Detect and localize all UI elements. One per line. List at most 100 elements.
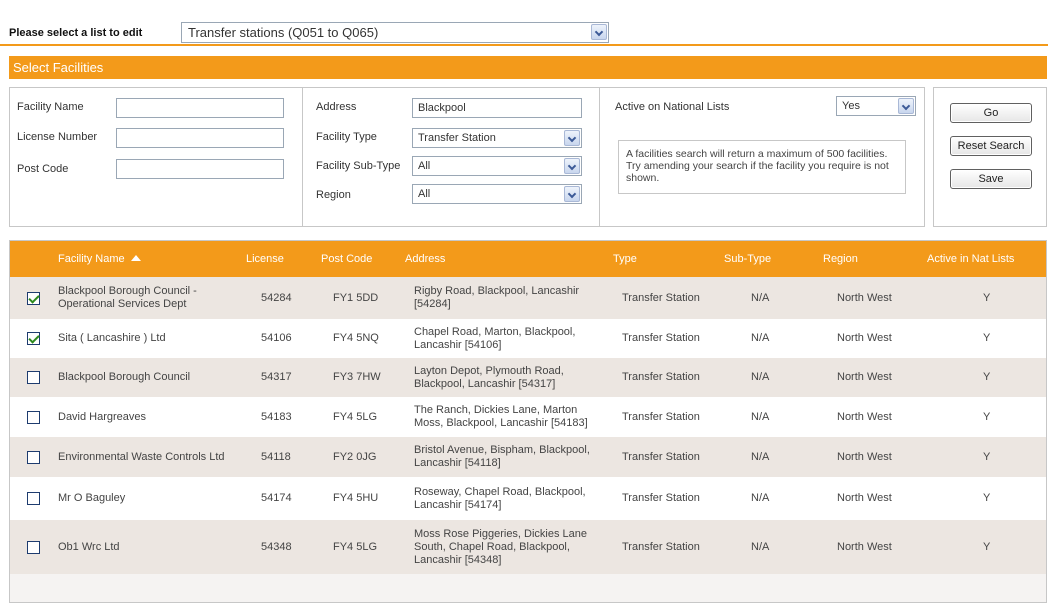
column-header-region[interactable]: Region: [823, 253, 858, 265]
cell-license: 54174: [261, 492, 292, 504]
column-header-license[interactable]: License: [246, 253, 284, 265]
chevron-down-icon[interactable]: [564, 130, 580, 146]
row-checkbox[interactable]: [27, 492, 40, 505]
panel-divider: [599, 88, 600, 226]
row-checkbox[interactable]: [27, 451, 40, 464]
cell-postcode: FY4 5HU: [333, 492, 379, 504]
column-header-type[interactable]: Type: [613, 253, 637, 265]
actions-panel: Go Reset Search Save: [933, 87, 1047, 227]
cell-region: North West: [837, 451, 892, 463]
table-row[interactable]: Sita ( Lancashire ) Ltd 54106 FY4 5NQ Chape…: [10, 319, 1046, 358]
chevron-down-icon[interactable]: [564, 186, 580, 202]
postcode-input[interactable]: [116, 159, 284, 179]
panel-divider: [302, 88, 303, 226]
chevron-down-icon[interactable]: [898, 98, 914, 114]
row-checkbox[interactable]: [27, 332, 40, 345]
facility-type-select[interactable]: Transfer Station: [412, 128, 582, 148]
active-value: Yes: [842, 100, 860, 112]
column-header-address[interactable]: Address: [405, 253, 445, 265]
facility-type-value: Transfer Station: [418, 132, 496, 144]
cell-region: North West: [837, 292, 892, 304]
reset-search-button[interactable]: Reset Search: [950, 136, 1032, 156]
cell-name: Blackpool Borough Council: [58, 371, 191, 383]
facility-subtype-label: Facility Sub-Type: [316, 160, 401, 172]
cell-type: Transfer Station: [622, 492, 700, 504]
table-row[interactable]: David Hargreaves 54183 FY4 5LG The Ranch, D…: [10, 397, 1046, 437]
cell-address: Layton Depot, Plymouth Road, Blackpool, …: [414, 365, 564, 390]
cell-type: Transfer Station: [622, 292, 700, 304]
table-row[interactable]: Environmental Waste Controls Ltd 54118 FY2…: [10, 437, 1046, 477]
row-checkbox[interactable]: [27, 371, 40, 384]
cell-address: Rigby Road, Blackpool, Lancashir [54284]: [414, 285, 580, 310]
cell-address: Chapel Road, Marton, Blackpool, Lancashi…: [414, 326, 576, 351]
table-row[interactable]: Blackpool Borough Council - Operational …: [10, 277, 1046, 319]
facility-name-label: Facility Name: [17, 101, 84, 113]
cell-address: Bristol Avenue, Bispham, Blackpool, Lanc…: [414, 444, 590, 469]
column-header-active[interactable]: Active in Nat Lists: [927, 253, 1014, 265]
chevron-down-icon[interactable]: [564, 158, 580, 174]
region-value: All: [418, 188, 431, 200]
active-label: Active on National Lists: [615, 101, 730, 113]
cell-license: 54317: [261, 371, 292, 383]
chevron-down-icon[interactable]: [591, 24, 607, 40]
cell-address: Roseway, Chapel Road, Blackpool, Lancash…: [414, 486, 586, 511]
cell-name: Sita ( Lancashire ) Ltd: [58, 332, 166, 344]
table-row[interactable]: Ob1 Wrc Ltd 54348 FY4 5LG Moss Rose Piggeri…: [10, 520, 1046, 574]
cell-subtype: N/A: [751, 451, 770, 463]
cell-name: Blackpool Borough Council - Operational …: [58, 285, 197, 310]
active-select[interactable]: Yes: [836, 96, 916, 116]
table-row[interactable]: Mr O Baguley 54174 FY4 5HU Roseway, Chapel …: [10, 477, 1046, 520]
results-table: Facility Name License Post Code Address …: [9, 240, 1047, 603]
facility-subtype-select[interactable]: All: [412, 156, 582, 176]
row-checkbox[interactable]: [27, 411, 40, 424]
cell-postcode: FY3 7HW: [333, 371, 381, 383]
cell-license: 54106: [261, 332, 292, 344]
list-selector-label: Please select a list to edit: [9, 27, 143, 39]
cell-subtype: N/A: [751, 371, 770, 383]
cell-region: North West: [837, 371, 892, 383]
go-button[interactable]: Go: [950, 103, 1032, 123]
cell-name: David Hargreaves: [58, 411, 147, 423]
facility-name-input[interactable]: [116, 98, 284, 118]
region-select[interactable]: All: [412, 184, 582, 204]
cell-type: Transfer Station: [622, 541, 700, 553]
cell-type: Transfer Station: [622, 411, 700, 423]
table-row[interactable]: Blackpool Borough Council 54317 FY3 7HW Lay…: [10, 358, 1046, 397]
row-checkbox[interactable]: [27, 541, 40, 554]
cell-postcode: FY4 5LG: [333, 411, 378, 423]
cell-postcode: FY4 5NQ: [333, 332, 379, 344]
cell-name: Environmental Waste Controls Ltd: [58, 451, 225, 463]
address-input[interactable]: Blackpool: [412, 98, 582, 118]
cell-active: Y: [983, 451, 991, 463]
cell-active: Y: [983, 332, 991, 344]
cell-subtype: N/A: [751, 411, 770, 423]
column-header-name-label: Facility Name: [58, 253, 125, 265]
postcode-label: Post Code: [17, 163, 69, 175]
address-value: Blackpool: [418, 102, 466, 114]
column-header-postcode[interactable]: Post Code: [321, 253, 372, 265]
save-button[interactable]: Save: [950, 169, 1032, 189]
cell-subtype: N/A: [751, 492, 770, 504]
cell-active: Y: [983, 541, 991, 553]
cell-active: Y: [983, 411, 991, 423]
cell-active: Y: [983, 292, 991, 304]
row-checkbox[interactable]: [27, 292, 40, 305]
license-input[interactable]: [116, 128, 284, 148]
column-header-name[interactable]: Facility Name: [58, 253, 141, 265]
cell-license: 54183: [261, 411, 292, 423]
facility-type-label: Facility Type: [316, 131, 377, 143]
list-select[interactable]: Transfer stations (Q051 to Q065): [181, 22, 609, 43]
cell-license: 54118: [261, 451, 291, 463]
list-select-value: Transfer stations (Q051 to Q065): [188, 25, 379, 40]
cell-subtype: N/A: [751, 332, 770, 344]
region-label: Region: [316, 189, 351, 201]
column-header-subtype[interactable]: Sub-Type: [724, 253, 771, 265]
table-header: Facility Name License Post Code Address …: [10, 241, 1046, 277]
cell-region: North West: [837, 492, 892, 504]
address-label: Address: [316, 101, 357, 113]
search-limit-note: A facilities search will return a maximu…: [618, 140, 906, 194]
cell-active: Y: [983, 492, 991, 504]
cell-license: 54284: [261, 292, 292, 304]
cell-active: Y: [983, 371, 991, 383]
cell-region: North West: [837, 541, 892, 553]
